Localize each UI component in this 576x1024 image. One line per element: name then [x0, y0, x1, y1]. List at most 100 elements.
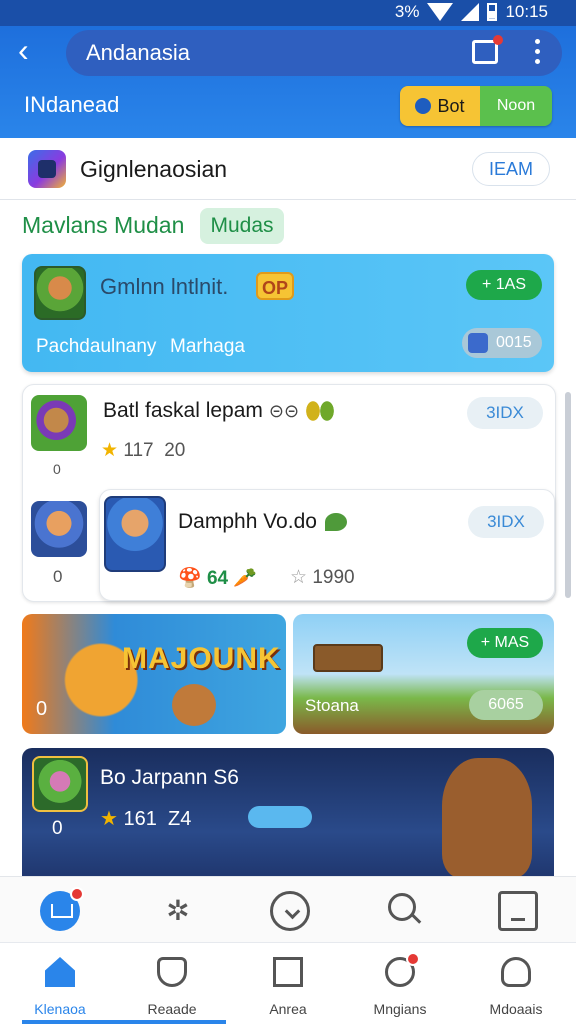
clock-icon[interactable]: [270, 891, 310, 931]
featured-title: Gmlnn lntlnit.: [100, 274, 229, 299]
op-badge: OP: [256, 272, 294, 300]
game-title: Batl faskal lepam: [103, 399, 263, 422]
search-icon[interactable]: [386, 891, 426, 931]
list-item-title: Batl faskal lepam ⊝⊝: [103, 399, 336, 423]
game-count: 20: [164, 440, 186, 461]
chat-icon: [385, 952, 420, 987]
list-index: 0: [53, 461, 61, 477]
section-title: Mavlans Mudan: [22, 212, 185, 238]
cloud-image: [248, 806, 312, 828]
app-title: Andanasia: [86, 40, 190, 65]
home-action-icon[interactable]: [40, 887, 84, 931]
bottom-tab-bar: Klenaoa Reaade Anrea Mngians Mdoaais: [0, 942, 576, 1024]
game-stats: ★ 161 Z4: [100, 806, 191, 831]
promo-banner[interactable]: MAJOUNK 0: [22, 614, 286, 734]
star-icon: ★: [101, 440, 119, 461]
tab-label: Klenaoa: [34, 1001, 86, 1017]
tab-chat[interactable]: Mngians: [350, 952, 450, 1017]
banner-index: 0: [36, 698, 48, 720]
featured-game-thumbnail: [34, 266, 86, 320]
clipboard-icon[interactable]: [498, 891, 538, 931]
scrollbar[interactable]: [565, 392, 571, 598]
home-icon: [45, 957, 75, 987]
team-button[interactable]: IEAM: [472, 152, 550, 186]
game-rating-value: 1990: [312, 567, 355, 588]
game-list: Batl faskal lepam ⊝⊝ ★ 117 20 3IDX 0 0 Da…: [22, 384, 556, 602]
star-icon: ☆: [290, 567, 308, 588]
more-menu-icon[interactable]: [532, 36, 542, 70]
list-item-title: Damphh Vo.do: [178, 510, 347, 534]
toggle-bot-button[interactable]: Bot: [400, 86, 480, 126]
game-action-button[interactable]: 3IDX: [468, 506, 544, 538]
featured-caption-right: Marhaga: [170, 336, 245, 357]
tab-home[interactable]: Klenaoa: [10, 957, 110, 1017]
list-index: 0: [53, 567, 63, 586]
tab-label: Mdoaais: [489, 1001, 543, 1017]
compose-icon[interactable]: [472, 35, 503, 64]
shield-icon: [157, 957, 187, 987]
game-score-value: 64: [206, 568, 229, 589]
game-thumbnail[interactable]: [31, 501, 87, 557]
signal-icon: [461, 3, 480, 21]
featured-card[interactable]: Gmlnn lntlnit. OP + 1AS Pachdaulnany Mar…: [22, 254, 554, 372]
tab-label: Reaade: [147, 1001, 197, 1017]
game-action-button[interactable]: 3IDX: [467, 397, 543, 429]
notification-badge: [70, 887, 84, 901]
profile-header: Gignlenaosian IEAM: [0, 138, 576, 200]
game-card[interactable]: Bo Jarpann S6 ★ 161 Z4 0: [22, 748, 554, 888]
wifi-icon: [427, 3, 454, 21]
game-rating: 117: [123, 440, 154, 461]
tab-book[interactable]: Anrea: [238, 957, 338, 1017]
tab-label: Anrea: [269, 1001, 307, 1017]
game-title: Damphh Vo.do: [178, 510, 317, 533]
battery-icon: [487, 3, 498, 21]
page-subtitle: INdanead: [24, 92, 120, 117]
section-chip[interactable]: Mudas: [200, 208, 284, 244]
promo-banner[interactable]: + MAS Stoana 6065: [293, 614, 554, 734]
beans-icon: [305, 400, 336, 423]
game-title: Bo Jarpann S6: [100, 766, 239, 789]
game-stats: ★ 117 20: [101, 439, 185, 462]
list-index: 0: [52, 818, 63, 839]
banner-count-pill[interactable]: 6065: [469, 690, 543, 720]
hero-character-image: [172, 684, 216, 726]
featured-count: 0015: [496, 334, 532, 351]
book-icon: [273, 957, 303, 987]
banner-title: MAJOUNK: [122, 642, 281, 675]
quick-actions-bar: ✲: [0, 876, 576, 942]
clock: 10:15: [505, 2, 548, 21]
star-icon: ★: [100, 808, 118, 830]
app-logo-icon: [28, 150, 66, 188]
back-icon[interactable]: ‹: [18, 34, 48, 66]
tab-label: Mngians: [373, 1001, 427, 1017]
title-bar[interactable]: Andanasia: [66, 30, 562, 76]
bear-character-image: [442, 758, 532, 878]
eyes-icon: ⊝⊝: [268, 401, 300, 421]
leaf-icon: [324, 513, 347, 532]
tab-profile[interactable]: Mdoaais: [466, 957, 566, 1017]
list-item[interactable]: Damphh Vo.do 🍄 64 🥕 ☆ 1990 3IDX: [99, 489, 555, 601]
notification-badge: [406, 952, 420, 966]
signpost-image: [313, 644, 383, 672]
profile-name: Gignlenaosian: [80, 156, 228, 182]
user-icon: [415, 98, 432, 114]
toggle-noon-button[interactable]: Noon: [480, 86, 552, 126]
sparkle-icon[interactable]: ✲: [158, 891, 198, 931]
featured-add-button[interactable]: + 1AS: [466, 270, 542, 300]
game-score: 🍄 64 🥕: [178, 568, 258, 589]
active-tab-indicator: [22, 1020, 226, 1024]
battery-percent: 3%: [394, 2, 420, 21]
person-icon: [501, 957, 531, 987]
status-bar: 3% 10:15: [0, 0, 576, 26]
mode-toggle[interactable]: Bot Noon: [400, 86, 552, 126]
toggle-bot-label: Bot: [437, 95, 465, 116]
banner-title: Stoana: [305, 696, 359, 715]
featured-count-pill[interactable]: 0015: [462, 328, 542, 358]
game-rating: ☆ 1990: [290, 566, 355, 589]
featured-caption-left: Pachdaulnany: [36, 336, 157, 357]
game-thumbnail: [32, 756, 88, 812]
banner-add-button[interactable]: + MAS: [467, 628, 543, 658]
game-thumbnail[interactable]: [31, 395, 87, 451]
notification-dot: [493, 35, 503, 45]
tab-shield[interactable]: Reaade: [122, 957, 222, 1017]
